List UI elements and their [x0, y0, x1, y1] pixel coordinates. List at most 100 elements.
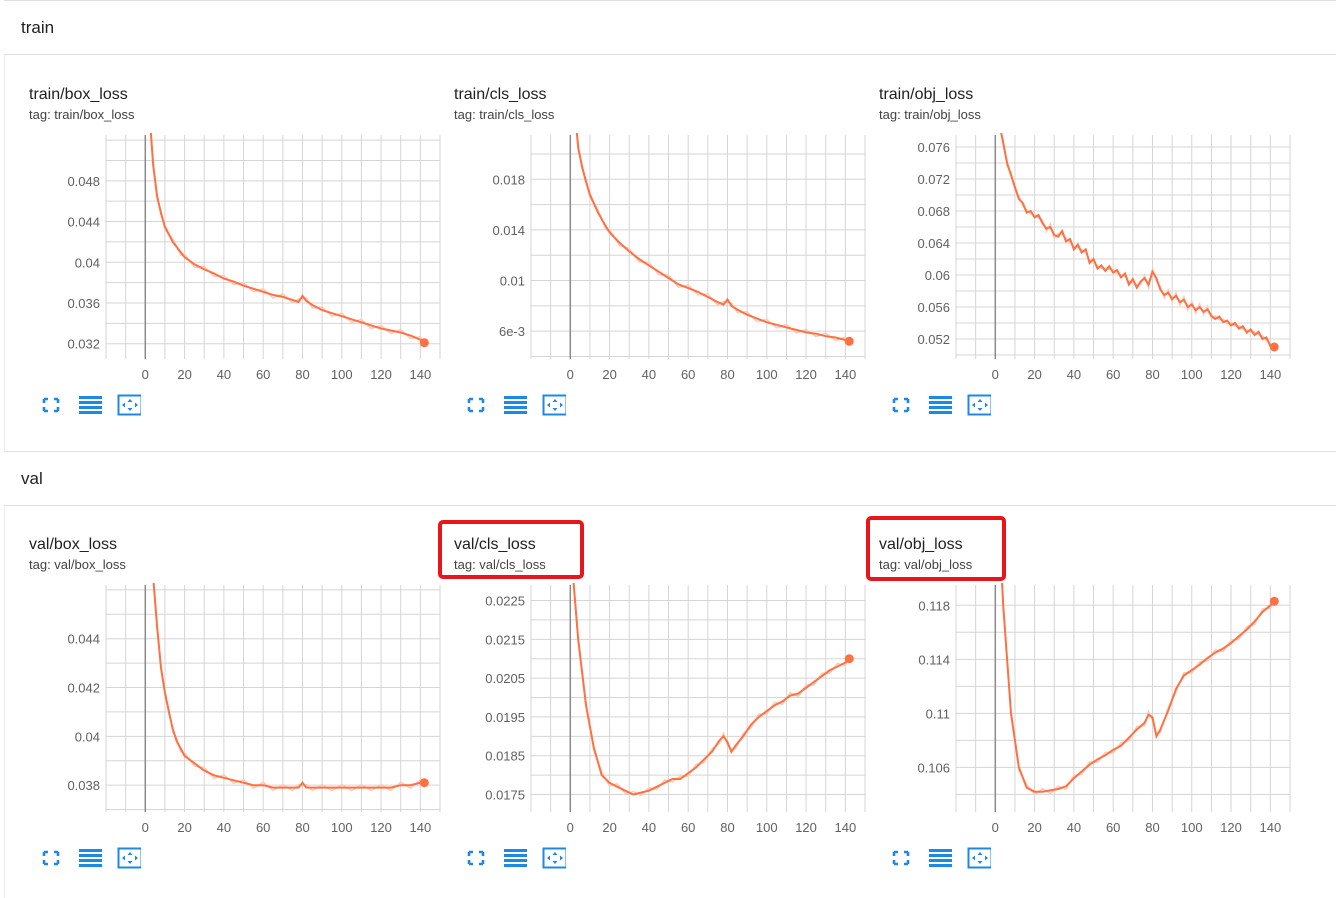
series-endpoint[interactable] [419, 778, 429, 788]
x-tick-label: 80 [295, 367, 309, 382]
data-series-button[interactable] [928, 847, 952, 869]
section-header-train[interactable]: train [4, 0, 1336, 55]
fullscreen-button[interactable] [38, 847, 62, 869]
x-tick-label: 120 [370, 820, 392, 835]
fullscreen-button[interactable] [463, 847, 487, 869]
section-title: val [21, 469, 43, 488]
x-tick-label: 80 [295, 820, 309, 835]
x-tick-label: 0 [567, 820, 574, 835]
fullscreen-button[interactable] [888, 847, 912, 869]
y-tick-label: 0.06 [925, 268, 950, 283]
fit-domain-icon [117, 847, 141, 869]
data-series-button[interactable] [928, 394, 952, 416]
fit-domain-button[interactable] [117, 394, 141, 416]
fullscreen-button[interactable] [463, 394, 487, 416]
x-tick-label: 20 [602, 820, 616, 835]
series-endpoint[interactable] [1269, 342, 1279, 352]
y-tick-label: 0.014 [492, 223, 525, 238]
chart-card-train-box-loss: train/box_loss tag: train/box_loss 0 20 40… [4, 59, 441, 416]
series-line-raw [572, 583, 850, 797]
y-tick-label: 0.076 [917, 140, 950, 155]
chart-card-train-obj-loss: train/obj_loss tag: train/obj_loss 0 20 40… [854, 59, 1291, 416]
x-tick-label: 20 [602, 367, 616, 382]
chart-svg[interactable]: 0 20 40 60 80 100 120 140 6e-3 0.01 0.014 0.018 [429, 59, 869, 399]
chart-card-train-cls-loss: train/cls_loss tag: train/cls_loss 0 20 40… [429, 59, 866, 416]
data-series-button[interactable] [78, 847, 102, 869]
y-tick-label: 0.052 [917, 332, 950, 347]
fit-domain-button[interactable] [542, 394, 566, 416]
series-endpoint[interactable] [419, 338, 429, 348]
x-tick-label: 140 [1260, 367, 1282, 382]
series-endpoint[interactable] [844, 336, 854, 346]
y-tick-label: 0.044 [67, 632, 100, 647]
x-tick-label: 40 [217, 820, 231, 835]
chart-svg[interactable]: 0 20 40 60 80 100 120 140 0.052 0.056 0.06 0.064 0.0… [854, 59, 1294, 399]
y-tick-label: 0.04 [75, 255, 100, 270]
fit-domain-button[interactable] [117, 847, 141, 869]
y-tick-label: 0.042 [67, 681, 100, 696]
fit-domain-button[interactable] [967, 847, 991, 869]
x-tick-label: 40 [217, 367, 231, 382]
x-tick-label: 20 [177, 820, 191, 835]
y-tick-label: 0.01 [500, 274, 525, 289]
x-tick-label: 60 [681, 820, 695, 835]
data-series-icon [929, 396, 952, 414]
fit-domain-icon [117, 394, 141, 416]
fullscreen-button[interactable] [888, 394, 912, 416]
series-line[interactable] [995, 99, 1275, 348]
x-tick-label: 20 [1027, 367, 1041, 382]
y-tick-label: 0.0205 [485, 671, 525, 686]
y-tick-label: 0.106 [917, 760, 950, 775]
x-tick-label: 0 [567, 367, 574, 382]
x-tick-label: 20 [177, 367, 191, 382]
series-line-raw [150, 133, 425, 346]
fullscreen-icon [892, 397, 910, 413]
x-tick-label: 120 [1220, 367, 1242, 382]
series-endpoint[interactable] [1269, 596, 1279, 606]
series-line[interactable] [145, 38, 425, 344]
x-gridlines [530, 135, 866, 359]
fullscreen-icon [892, 850, 910, 866]
chart-card-val-box-loss: val/box_loss tag: val/box_loss 0 20 40 60 80… [4, 509, 441, 869]
chart-svg[interactable]: 0 20 40 60 80 100 120 140 0.032 0.036 0.04 0.044 0.0… [4, 59, 444, 399]
x-tick-label: 0 [992, 367, 999, 382]
x-tick-label: 100 [331, 820, 353, 835]
x-tick-label: 40 [642, 367, 656, 382]
y-gridlines [956, 146, 1290, 356]
fullscreen-button[interactable] [38, 394, 62, 416]
x-tick-label: 20 [1027, 820, 1041, 835]
y-tick-label: 0.036 [67, 296, 100, 311]
chart-card-val-obj-loss: val/obj_loss tag: val/obj_loss 0 20 40 60 80… [854, 509, 1291, 869]
fullscreen-icon [42, 850, 60, 866]
y-tick-label: 0.0225 [485, 594, 525, 609]
chart-svg[interactable]: 0 20 40 60 80 100 120 140 0.0175 0.0185 0.0195 0.02… [429, 509, 869, 849]
data-series-button[interactable] [503, 847, 527, 869]
series-line[interactable] [570, 542, 851, 796]
series-line[interactable] [570, 53, 850, 343]
x-tick-label: 0 [992, 820, 999, 835]
x-tick-label: 60 [256, 367, 270, 382]
y-tick-label: 0.056 [917, 300, 950, 315]
chart-svg[interactable]: 0 20 40 60 80 100 120 140 0.038 0.04 0.042 0.044 [4, 509, 444, 849]
x-tick-label: 100 [756, 367, 778, 382]
y-gridlines [106, 139, 440, 345]
y-gridlines [531, 153, 865, 357]
data-series-button[interactable] [503, 394, 527, 416]
x-tick-label: 80 [720, 367, 734, 382]
y-tick-label: 0.0215 [485, 632, 525, 647]
fit-domain-icon [967, 394, 991, 416]
x-tick-label: 120 [795, 820, 817, 835]
x-tick-label: 140 [835, 367, 857, 382]
fit-domain-button[interactable] [967, 394, 991, 416]
y-tick-label: 0.04 [75, 729, 100, 744]
y-tick-label: 0.032 [67, 337, 100, 352]
y-tick-label: 0.064 [917, 236, 950, 251]
series-endpoint[interactable] [844, 654, 854, 664]
section-header-val[interactable]: val [4, 451, 1336, 506]
data-series-button[interactable] [78, 394, 102, 416]
fit-domain-button[interactable] [542, 847, 566, 869]
x-tick-label: 80 [1145, 367, 1159, 382]
section-title: train [21, 18, 55, 37]
chart-svg[interactable]: 0 20 40 60 80 100 120 140 0.106 0.11 0.114 0.118 [854, 509, 1294, 849]
y-tick-label: 0.0195 [485, 710, 525, 725]
